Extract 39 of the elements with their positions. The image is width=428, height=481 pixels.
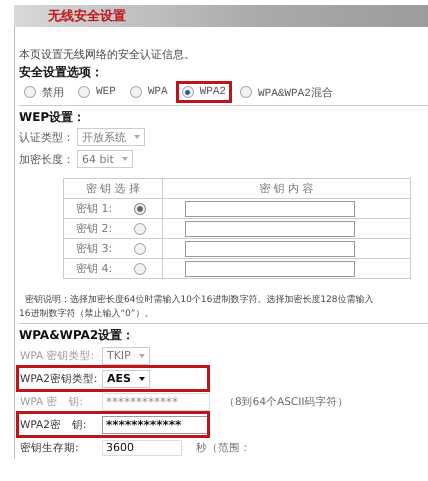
input-field[interactable]	[185, 200, 355, 216]
section-heading: WEP设置：	[19, 109, 86, 126]
input-field[interactable]	[185, 260, 355, 276]
hint-text: （8到64个ASCII码字符）	[224, 394, 348, 408]
password-field[interactable]: ************	[102, 416, 210, 434]
key-label: 密钥 1:	[76, 201, 112, 216]
radio-button[interactable]	[182, 86, 194, 98]
option-label: WPA	[148, 86, 168, 98]
section-label: 安全设置选项：	[19, 64, 104, 81]
input-field[interactable]	[185, 240, 355, 256]
input-field[interactable]: 3600	[102, 440, 182, 456]
field-label: WPA2密钥类型:	[20, 372, 96, 386]
option-label: 禁用	[42, 86, 64, 100]
field-label: 认证类型：	[19, 130, 75, 144]
section-heading: WPA&WPA2设置：	[19, 327, 136, 344]
field-label: WPA 密钥类型:	[20, 348, 96, 362]
note-text: 16进制数字符（禁止输入“0”）。	[19, 308, 155, 321]
column-header: 密 钥 内 容	[162, 178, 410, 198]
radio-button[interactable]	[24, 86, 36, 98]
dropdown[interactable]: AES	[102, 370, 150, 388]
radio-button[interactable]	[130, 86, 142, 98]
page-title: 无线安全设置	[48, 8, 126, 25]
field-label: 加密长度：	[19, 152, 75, 166]
radio-button[interactable]	[78, 86, 90, 98]
note-text: 密钥说明：选择加密长度64位时需输入10个16进制数字符。选择加密长度128位需输入	[24, 294, 375, 307]
key-label: 密钥 4:	[76, 261, 112, 276]
intro-text: 本页设置无线网络的安全认证信息。	[19, 47, 196, 63]
input-field[interactable]	[185, 220, 355, 236]
field-label: WPA 密 钥:	[20, 394, 84, 408]
radio-button[interactable]	[240, 86, 252, 98]
option-label: WEP	[96, 86, 116, 98]
hint-text: 秒（范围：	[196, 440, 251, 454]
field-label: 密钥生存期:	[20, 440, 80, 454]
option-label: WPA2	[200, 86, 226, 98]
option-label: WPA&WPA2混合	[258, 86, 333, 100]
key-label: 密钥 2:	[76, 221, 112, 236]
key-label: 密钥 3:	[76, 241, 112, 256]
column-header: 密 钥 选 择	[64, 178, 162, 198]
field-label: WPA2密 钥:	[20, 418, 88, 432]
